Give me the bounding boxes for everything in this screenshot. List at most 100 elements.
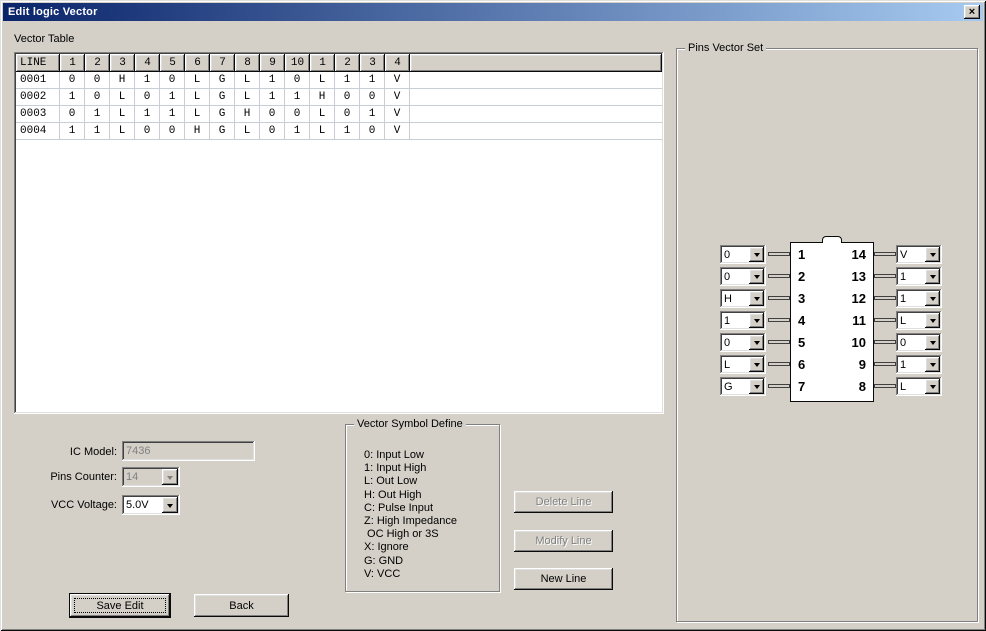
table-row[interactable]: 0004 1 1 L 0 0 H G L 0 1 L 1 0 V [16, 123, 662, 140]
column-header[interactable]: 4 [135, 54, 160, 72]
vector-cell: 1 [335, 123, 360, 140]
vector-cell: 0 [360, 123, 385, 140]
table-row[interactable]: 0003 0 1 L 1 1 L G H 0 0 L 0 1 V [16, 106, 662, 123]
column-header[interactable]: LINE [16, 54, 60, 72]
pin-1-value: 0 [724, 248, 731, 261]
vector-cell: 0 [260, 106, 285, 123]
pin-14-select[interactable]: V [896, 245, 942, 264]
pin-11-select[interactable]: L [896, 311, 942, 330]
pin-5-value: 0 [724, 336, 731, 349]
dropdown-arrow-button[interactable] [925, 357, 940, 372]
pin-6-select[interactable]: L [720, 355, 766, 374]
pin-7-select[interactable]: G [720, 377, 766, 396]
pin-11-value: L [900, 314, 907, 327]
column-header[interactable]: 5 [160, 54, 185, 72]
dropdown-arrow-button[interactable] [925, 335, 940, 350]
symbol-define-line: H: Out High [364, 488, 422, 501]
modify-line-button: Modify Line [514, 530, 613, 552]
table-row[interactable]: 0002 1 0 L 0 1 L G L 1 1 H 0 0 V [16, 89, 662, 106]
vector-cell: 0 [285, 72, 310, 89]
table-body: 0001 0 0 H 1 0 L G L 1 0 L 1 1 V 0002 1 0 L 0 1 L G L 1 1 H 0 0 V 0003… [16, 72, 662, 140]
column-header[interactable]: 10 [285, 54, 310, 72]
vector-cell: L [185, 106, 210, 123]
vector-cell: 1 [285, 89, 310, 106]
pins-counter-select: 14 [122, 467, 180, 487]
vcc-voltage-select[interactable]: 5.0V [122, 495, 180, 515]
chevron-down-icon [929, 385, 936, 389]
column-header[interactable]: 1 [60, 54, 85, 72]
dropdown-arrow-button[interactable] [749, 379, 764, 394]
dropdown-arrow-button[interactable] [749, 313, 764, 328]
modify-line-label: Modify Line [535, 535, 592, 547]
vector-cell: 1 [285, 123, 310, 140]
new-line-button[interactable]: New Line [514, 568, 613, 590]
chevron-down-icon [929, 253, 936, 257]
pin-9-select[interactable]: 1 [896, 355, 942, 374]
pin-lead [768, 274, 790, 278]
pin-1-select[interactable]: 0 [720, 245, 766, 264]
pin-number: 3 [798, 291, 806, 306]
dropdown-arrow-button[interactable] [925, 291, 940, 306]
pin-8-select[interactable]: L [896, 377, 942, 396]
pin-2-select[interactable]: 0 [720, 267, 766, 286]
pin-13-select[interactable]: 1 [896, 267, 942, 286]
dropdown-arrow-button[interactable] [925, 247, 940, 262]
table-row[interactable]: 0001 0 0 H 1 0 L G L 1 0 L 1 1 V [16, 72, 662, 89]
close-button[interactable]: × [964, 5, 980, 19]
pin-6-value: L [724, 358, 731, 371]
vector-table[interactable]: LINE 1 2 3 4 5 6 7 8 9 10 1 2 3 4 0001 0 0 H 1 0 L G L 1 0 L 1 1 V 00… [14, 52, 664, 414]
dropdown-arrow-button[interactable] [925, 379, 940, 394]
column-header[interactable]: 7 [210, 54, 235, 72]
symbol-define-list: 0: Input Low 1: Input High L: Out Low H: Ou… [364, 449, 457, 581]
chevron-down-icon [753, 341, 760, 345]
chevron-down-icon [167, 503, 173, 508]
vector-cell: 0 [260, 123, 285, 140]
dropdown-arrow-button[interactable] [749, 291, 764, 306]
dropdown-arrow-button[interactable] [925, 269, 940, 284]
pin-5-select[interactable]: 0 [720, 333, 766, 352]
chevron-down-icon [753, 275, 760, 279]
column-header[interactable]: 4 [385, 54, 410, 72]
vector-cell: H [185, 123, 210, 140]
pin-9-value: 1 [900, 358, 907, 371]
pin-10-select[interactable]: 0 [896, 333, 942, 352]
vector-cell: V [385, 89, 410, 106]
line-number-cell: 0002 [16, 89, 60, 106]
symbol-define-line: Z: High Impedance [364, 514, 457, 527]
dropdown-arrow-button[interactable] [749, 357, 764, 372]
column-header[interactable]: 2 [335, 54, 360, 72]
pin-3-value: H [724, 292, 732, 305]
dropdown-arrow-button[interactable] [162, 497, 178, 513]
vector-cell: G [210, 89, 235, 106]
symbol-define-line: G: GND [364, 554, 404, 567]
pin-lead [768, 340, 790, 344]
vector-cell: 0 [335, 106, 360, 123]
column-header[interactable]: 1 [310, 54, 335, 72]
column-header[interactable]: 3 [360, 54, 385, 72]
title-bar[interactable]: Edit logic Vector × [3, 3, 983, 21]
chevron-down-icon [753, 363, 760, 367]
vector-cell: 1 [335, 72, 360, 89]
vector-cell: V [385, 123, 410, 140]
dropdown-arrow-button[interactable] [749, 335, 764, 350]
column-header[interactable]: 9 [260, 54, 285, 72]
pin-14-value: V [900, 248, 908, 261]
dropdown-arrow-button[interactable] [749, 247, 764, 262]
save-edit-button[interactable]: Save Edit [70, 594, 170, 617]
chip-notch-icon [822, 236, 842, 243]
pin-lead [874, 384, 896, 388]
back-button[interactable]: Back [194, 594, 289, 617]
column-header[interactable]: 8 [235, 54, 260, 72]
dropdown-arrow-button[interactable] [749, 269, 764, 284]
vector-cell: 1 [60, 89, 85, 106]
column-header[interactable]: 6 [185, 54, 210, 72]
pin-12-select[interactable]: 1 [896, 289, 942, 308]
vector-cell: 1 [360, 106, 385, 123]
dialog-window: Edit logic Vector × Vector Table LINE 1 2 3… [0, 0, 986, 631]
pin-3-select[interactable]: H [720, 289, 766, 308]
dropdown-arrow-button[interactable] [925, 313, 940, 328]
column-header[interactable]: 3 [110, 54, 135, 72]
column-header[interactable]: 2 [85, 54, 110, 72]
pin-4-select[interactable]: 1 [720, 311, 766, 330]
symbol-define-line: OC High or 3S [364, 528, 439, 541]
